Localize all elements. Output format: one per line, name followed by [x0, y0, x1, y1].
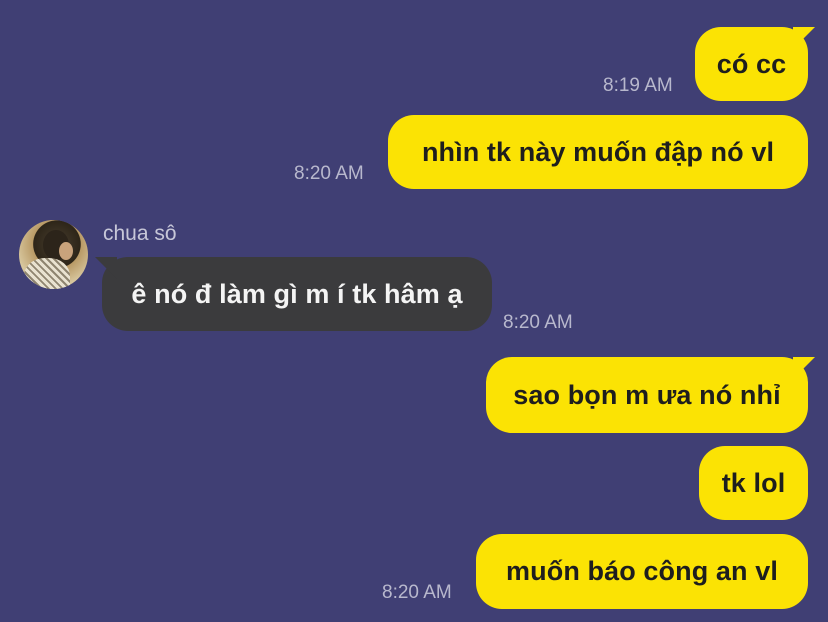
outgoing-message-bubble[interactable]: sao bọn m ưa nó nhỉ	[486, 357, 808, 433]
message-text: tk lol	[721, 467, 786, 498]
message-text: muốn báo công an vl	[506, 556, 778, 586]
incoming-message-bubble[interactable]: ê nó đ làm gì m í tk hâm ạ	[102, 257, 492, 331]
outgoing-message-bubble[interactable]: nhìn tk này muốn đập nó vl	[388, 115, 808, 189]
outgoing-message-bubble[interactable]: muốn báo công an vl	[476, 534, 808, 609]
sender-avatar[interactable]	[19, 220, 88, 289]
message-text: có cc	[716, 48, 787, 79]
message-text: nhìn tk này muốn đập nó vl	[421, 136, 775, 167]
message-text: ê nó đ làm gì m í tk hâm ạ	[131, 278, 463, 309]
sender-name: chua sô	[103, 222, 177, 245]
message-timestamp: 8:20 AM	[382, 582, 452, 603]
outgoing-message-bubble[interactable]: tk lol	[699, 446, 808, 520]
outgoing-message-bubble[interactable]: có cc	[695, 27, 808, 101]
message-timestamp: 8:19 AM	[603, 75, 673, 96]
message-timestamp: 8:20 AM	[503, 312, 573, 333]
message-timestamp: 8:20 AM	[294, 163, 364, 184]
message-text: sao bọn m ưa nó nhỉ	[513, 379, 781, 410]
